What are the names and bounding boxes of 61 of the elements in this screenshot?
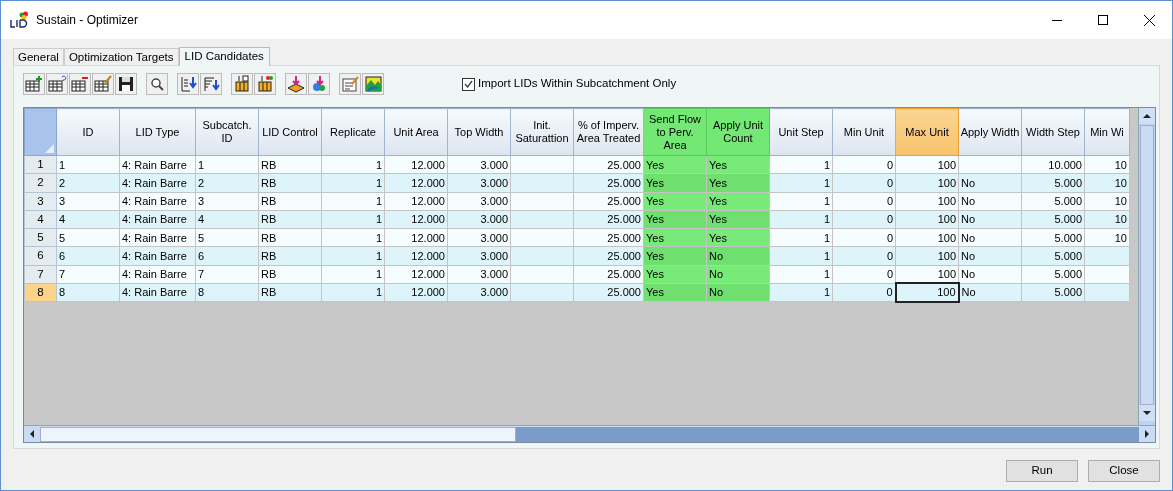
window-title: Sustain - Optimizer [36,12,139,29]
import-checkbox-label[interactable]: Import LIDs Within Subcatchment Only [462,75,677,93]
column-header[interactable]: Top Width [447,108,511,156]
column-header[interactable]: LID Type [119,108,196,156]
down-arrow-icon [1143,411,1151,415]
grid-help-icon [47,74,67,94]
dialog-button[interactable]: Run [1006,460,1078,482]
maximize-icon [1098,15,1108,25]
scroll-down-button[interactable] [1139,405,1155,421]
scrollbar-thumb[interactable] [40,426,516,442]
scrollbar-thumb[interactable] [1140,125,1154,405]
column-header[interactable]: Apply Width [958,108,1022,156]
column-header[interactable]: Min Wi [1084,108,1130,156]
dialog-button[interactable]: Close [1088,460,1160,482]
map-landscape-icon [363,74,383,94]
column-header[interactable]: Width Step [1021,108,1085,156]
column-header[interactable]: Unit Area [384,108,448,156]
column-header[interactable]: Send Flow to Perv. Area [643,108,707,156]
toolbar-button[interactable] [285,73,307,95]
up-arrow-icon [1143,114,1151,118]
column-header[interactable]: % of Imperv. Area Treated [573,108,644,156]
minimize-icon [1052,19,1062,21]
column-header[interactable]: Subcatch. ID [195,108,259,156]
sort-down-icon [178,74,198,94]
column-header[interactable]: Replicate [321,108,385,156]
note-edit-icon [340,74,360,94]
toolbar-button[interactable] [92,73,114,95]
import-table-icon [232,74,252,94]
import-lid-icon [255,74,275,94]
toolbar-button[interactable] [69,73,91,95]
layer-download-icon [286,74,306,94]
tab[interactable]: LID Candidates [178,47,270,66]
toolbar-button[interactable] [231,73,253,95]
grid-edit-icon [93,74,113,94]
toolbar-button[interactable] [146,73,168,95]
import-checkbox[interactable] [462,77,475,91]
column-header[interactable]: Min Unit [832,108,896,156]
tab[interactable]: Optimization Targets [63,48,179,65]
toolbar-button[interactable] [200,73,222,95]
column-header[interactable]: ID [56,108,120,156]
column-header[interactable]: Unit Step [769,108,833,156]
tab[interactable]: General [13,48,64,65]
column-header[interactable]: Apply Unit Count [706,108,770,156]
corner-triangle-icon [45,144,54,153]
column-header[interactable]: LID Control [258,108,322,156]
app-logo-icon [10,11,30,29]
toolbar-button[interactable] [177,73,199,95]
check-icon [464,80,473,88]
scroll-up-button[interactable] [1139,108,1155,124]
toolbar-button[interactable] [46,73,68,95]
grid-remove-icon [70,74,90,94]
toolbar-button[interactable] [23,73,45,95]
column-header[interactable]: Init. Saturattion [510,108,574,156]
close-icon [1143,14,1155,26]
sort-list-icon [201,74,221,94]
left-arrow-icon [30,430,34,438]
toolbar-button[interactable] [254,73,276,95]
column-header[interactable]: Max Unit [895,108,959,156]
grid-add-icon [24,74,44,94]
right-arrow-icon [1145,430,1149,438]
table-cell[interactable]: 100 [895,283,959,302]
